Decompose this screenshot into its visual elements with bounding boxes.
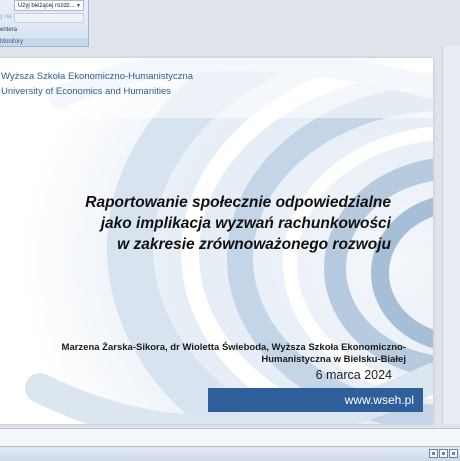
ribbon-fragment: Użyj bieżącej rozdz... ▼ y na: entera Mo… (0, 0, 89, 47)
chevron-down-icon[interactable]: ▼ (76, 1, 81, 12)
vertical-scrollbar[interactable] (442, 46, 460, 424)
status-bar (0, 446, 460, 461)
author-line: Marzena Żarska-Sikora, dr Wioletta Świeb… (61, 342, 406, 353)
website-url: www.wseh.pl (344, 393, 414, 407)
resolution-dropdown[interactable]: Użyj bieżącej rozdz... ▼ (14, 0, 84, 11)
school-name-polish: Wyższa Szkoła Ekonomiczno-Humanistyczna (1, 71, 194, 82)
school-name-english: University of Economics and Humanities (1, 86, 172, 97)
title-line: jako implikacja wyzwań rachunkowości (100, 215, 391, 232)
monitors-group-label: Monitory (0, 38, 88, 46)
monitor-dropdown[interactable] (14, 13, 84, 23)
show-on-label: y na: (0, 14, 14, 20)
author-line: Humanistyczna w Bielsku-Białej (261, 353, 406, 365)
resolution-dropdown-value: Użyj bieżącej rozdz... (18, 3, 75, 9)
presentation-date: 6 marca 2024 (315, 368, 392, 382)
title-line: Raportowanie społecznie odpowiedzialne (85, 194, 391, 211)
slide-canvas[interactable]: Wyższa Szkoła Ekonomiczno-Humanistyczna … (0, 58, 433, 424)
normal-view-icon[interactable] (429, 449, 438, 458)
slideshow-icon[interactable] (449, 449, 458, 458)
slide-title: Raportowanie społecznie odpowiedzialne j… (8, 192, 391, 255)
ribbon-group-label: entera (0, 27, 18, 33)
title-line: w zakresie zrównoważonego rozwoju (117, 236, 391, 253)
slide-sorter-icon[interactable] (439, 449, 448, 458)
authors: Marzena Żarska-Sikora, dr Wioletta Świeb… (0, 342, 406, 365)
notes-pane[interactable] (0, 428, 460, 446)
url-banner: www.wseh.pl (208, 388, 423, 412)
